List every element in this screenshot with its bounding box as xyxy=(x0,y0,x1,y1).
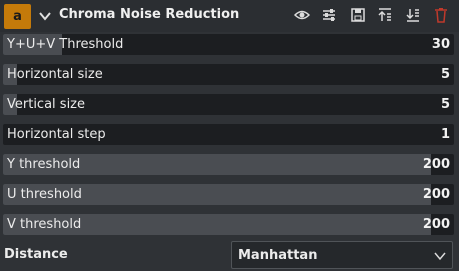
filter-badge[interactable]: a xyxy=(4,4,31,29)
slider-label: V threshold xyxy=(7,217,82,232)
slider-value: 5 xyxy=(440,67,450,82)
slider-horizontal-step[interactable]: Horizontal step 1 xyxy=(3,124,454,145)
slider-value: 200 xyxy=(422,217,450,232)
move-down-icon[interactable] xyxy=(405,7,421,23)
delete-icon[interactable] xyxy=(433,7,449,23)
slider-value: 200 xyxy=(422,157,450,172)
save-icon[interactable] xyxy=(350,7,366,23)
sliders-icon[interactable] xyxy=(321,7,337,23)
distance-label: Distance xyxy=(4,247,68,262)
slider-horizontal-size[interactable]: Horizontal size 5 xyxy=(3,64,454,85)
slider-v-threshold[interactable]: V threshold 200 xyxy=(3,214,454,235)
slider-label: Y+U+V Threshold xyxy=(7,37,124,52)
slider-value: 5 xyxy=(440,97,450,112)
distance-dropdown[interactable]: Manhattan xyxy=(231,241,453,269)
slider-yuv-threshold[interactable]: Y+U+V Threshold 30 xyxy=(3,34,454,55)
slider-vertical-size[interactable]: Vertical size 5 xyxy=(3,94,454,115)
slider-label: Vertical size xyxy=(7,97,85,112)
slider-value: 200 xyxy=(422,187,450,202)
filter-header: a Chroma Noise Reduction xyxy=(0,0,459,32)
slider-label: Y threshold xyxy=(7,157,81,172)
slider-label: U threshold xyxy=(7,187,82,202)
distance-value: Manhattan xyxy=(238,248,318,263)
slider-label: Horizontal size xyxy=(7,67,103,82)
chevron-down-icon xyxy=(434,252,446,261)
slider-value: 1 xyxy=(440,127,450,142)
chevron-down-icon[interactable] xyxy=(39,9,51,23)
slider-u-threshold[interactable]: U threshold 200 xyxy=(3,184,454,205)
move-up-icon[interactable] xyxy=(377,7,393,23)
slider-y-threshold[interactable]: Y threshold 200 xyxy=(3,154,454,175)
filter-title: Chroma Noise Reduction xyxy=(59,7,240,22)
slider-label: Horizontal step xyxy=(7,127,106,142)
slider-value: 30 xyxy=(431,37,450,52)
eye-icon[interactable] xyxy=(294,7,310,23)
